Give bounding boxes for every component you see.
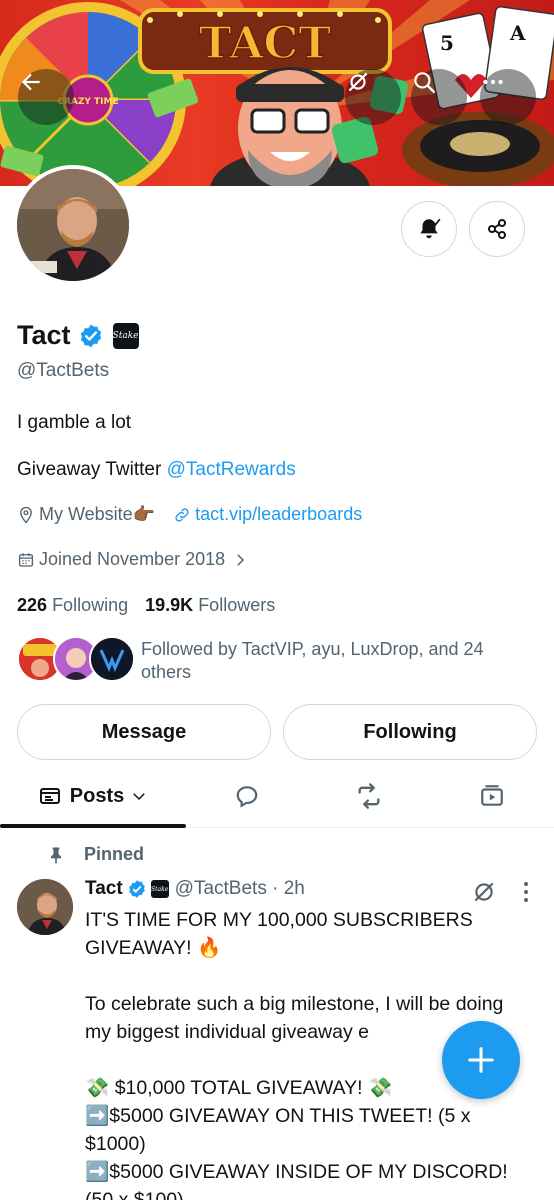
followed-by-text[interactable]: Followed by TactVIP, ayu, LuxDrop, and 2…: [141, 638, 521, 684]
card-ace-text: A: [509, 21, 526, 45]
post-handle-time: @TactBets · 2h: [174, 878, 305, 899]
media-icon: [481, 785, 503, 806]
tab-replies[interactable]: [186, 766, 308, 826]
chevron-right-icon: [237, 553, 245, 566]
pinned-label: Pinned: [46, 844, 144, 865]
following-label: Following: [52, 595, 129, 615]
pin-icon: [51, 847, 61, 863]
calendar-icon: [18, 552, 34, 567]
following-stat[interactable]: 226 Following: [17, 595, 128, 615]
tab-posts-label: Posts: [69, 784, 125, 807]
notifications-button[interactable]: [401, 201, 457, 257]
following-count: 226: [17, 595, 48, 615]
search-button[interactable]: [411, 69, 467, 125]
banner-artwork: CRAZY TIME TACT 5 A: [0, 0, 554, 186]
tab-posts[interactable]: Posts: [0, 766, 186, 826]
follow-stats: 226 Following 19.9K Followers: [17, 595, 275, 616]
share-button[interactable]: [469, 201, 525, 257]
posts-icon: [39, 788, 60, 804]
chevron-down-icon: [133, 793, 146, 801]
followers-stat[interactable]: 19.9K Followers: [145, 595, 275, 615]
verified-icon[interactable]: [78, 323, 104, 349]
link-icon: [175, 507, 189, 522]
tab-reposts[interactable]: [308, 766, 430, 826]
profile-handle: @TactBets: [17, 360, 110, 381]
repost-icon: [358, 783, 380, 809]
message-button[interactable]: Message: [17, 704, 271, 760]
share-icon: [488, 219, 506, 239]
post-author-avatar[interactable]: [17, 879, 73, 935]
plus-icon: [468, 1047, 494, 1073]
profile-banner[interactable]: CRAZY TIME TACT 5 A: [0, 0, 554, 186]
back-arrow-icon: [21, 73, 40, 91]
stake-affiliate-badge[interactable]: Stake: [112, 322, 139, 349]
banner-sign-text: TACT: [199, 18, 331, 69]
stake-affiliate-badge: Stake: [150, 880, 169, 898]
avatar-photo: [17, 169, 129, 281]
bio-text: Giveaway Twitter: [17, 459, 167, 480]
bell-icon: [420, 218, 441, 239]
following-button[interactable]: Following: [283, 704, 537, 760]
profile-avatar[interactable]: [13, 165, 133, 285]
grok-post-icon[interactable]: [471, 879, 497, 905]
search-icon: [414, 72, 435, 93]
followed-by-avatars[interactable]: [17, 636, 135, 682]
bio-line-1: I gamble a lot: [17, 412, 132, 433]
location-icon: [20, 506, 32, 524]
reply-icon: [236, 786, 258, 808]
tab-media[interactable]: [430, 766, 554, 826]
profile-tabs: Posts: [0, 766, 554, 828]
bio-line-2: Giveaway Twitter @TactRewards: [17, 459, 296, 481]
compose-button[interactable]: [442, 1021, 520, 1099]
verified-icon: [128, 880, 145, 898]
more-icon: [483, 79, 503, 85]
website-link[interactable]: tact.vip/leaderboards: [195, 504, 362, 525]
location-text: My Website👉🏾: [39, 504, 156, 524]
more-button[interactable]: [480, 69, 536, 125]
joined-row[interactable]: Joined November 2018: [17, 549, 253, 570]
card-five-text: 5: [440, 31, 454, 55]
satellite-icon: [348, 72, 368, 92]
profile-name: Tact: [17, 320, 71, 350]
grok-button[interactable]: [345, 69, 401, 125]
active-tab-indicator: [0, 824, 186, 828]
pinned-text: Pinned: [84, 844, 145, 864]
joined-text: Joined November 2018: [39, 549, 226, 569]
bio-mention-link[interactable]: @TactRewards: [167, 459, 296, 480]
post-more-icon[interactable]: [516, 880, 536, 904]
followers-label: Followers: [198, 595, 276, 615]
mini-avatar: [89, 636, 135, 682]
followers-count: 19.9K: [145, 595, 194, 615]
post-author-name[interactable]: Tact: [85, 878, 123, 900]
post-header: Tact Stake @TactBets · 2h: [85, 878, 305, 900]
website-row: My Website👉🏾 tact.vip/leaderboards: [17, 504, 362, 525]
back-button[interactable]: [18, 69, 74, 125]
profile-name-row: Tact Stake: [17, 320, 139, 351]
